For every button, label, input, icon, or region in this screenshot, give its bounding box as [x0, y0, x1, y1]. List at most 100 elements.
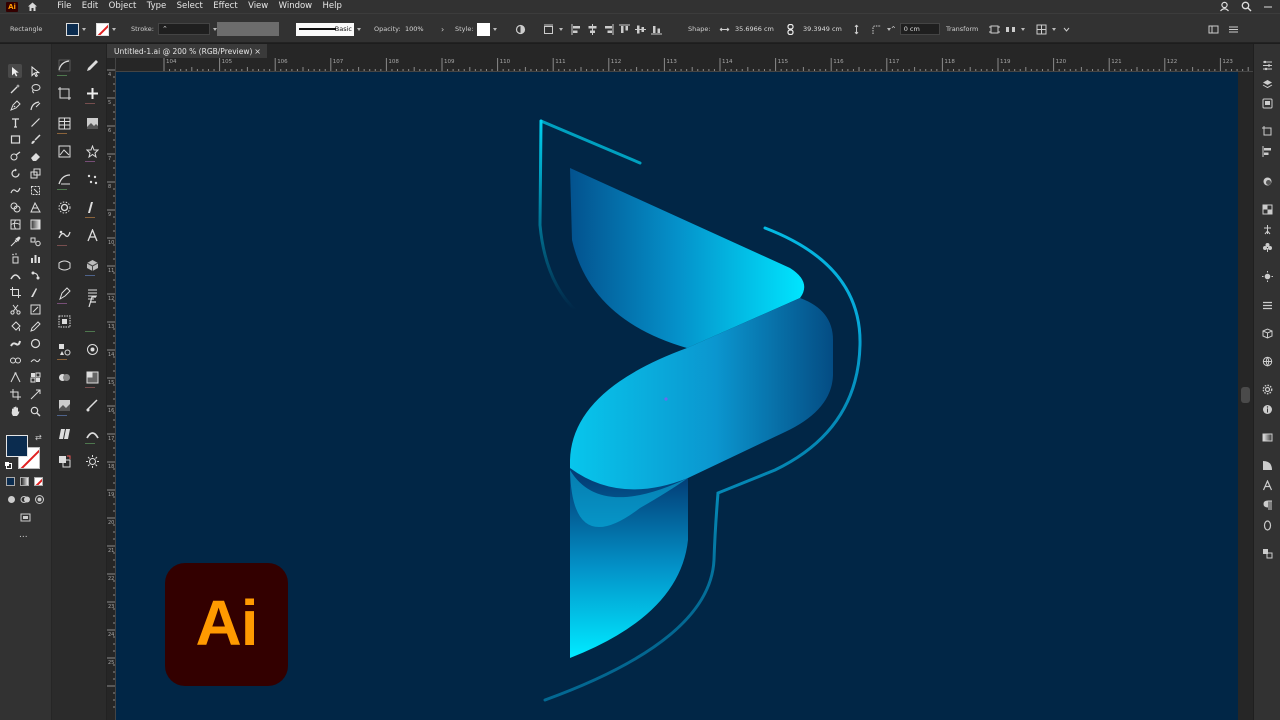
vertical-ruler[interactable]: 4 5 6 7 8 9 10 11 12 13 14 15 16 17 18 19 20 21 22 23 24 25: [107, 58, 116, 720]
align-to-icon[interactable]: [542, 23, 554, 35]
menu-effect[interactable]: Effect: [208, 0, 243, 13]
scrollbar-thumb[interactable]: [1241, 387, 1250, 403]
properties-icon[interactable]: [1260, 58, 1274, 72]
selection-tool-icon[interactable]: [8, 64, 22, 78]
color-guide-icon[interactable]: [1260, 202, 1274, 216]
menu-select[interactable]: Select: [171, 0, 208, 13]
edit-toolbar-button[interactable]: ...: [19, 530, 28, 540]
curvature-panel-icon[interactable]: [55, 56, 73, 74]
live-paint-tool-icon[interactable]: [28, 370, 42, 384]
magic-wand-tool-icon[interactable]: [8, 81, 22, 95]
blob-brush-tool-icon[interactable]: [8, 336, 22, 350]
transparency-icon[interactable]: [83, 368, 101, 386]
character-panel-icon[interactable]: [83, 226, 101, 244]
transform-link[interactable]: Transform: [946, 14, 978, 44]
color-mode-icon[interactable]: [6, 477, 15, 486]
libraries-icon[interactable]: [1260, 96, 1274, 110]
symbols-library-icon[interactable]: [55, 340, 73, 358]
info-icon[interactable]: [1260, 402, 1274, 416]
type-tool-icon[interactable]: [8, 115, 22, 129]
artboard-canvas[interactable]: Ai: [116, 72, 1238, 720]
pathfinder-icon[interactable]: [55, 368, 73, 386]
image-trace-icon[interactable]: [55, 142, 73, 160]
envelope-distort-icon[interactable]: [55, 256, 73, 274]
paint-bucket-tool-icon[interactable]: [8, 319, 22, 333]
free-transform-tool-icon[interactable]: [28, 183, 42, 197]
symbol-sprayer-tool-icon[interactable]: [8, 251, 22, 265]
none-mode-icon[interactable]: [34, 477, 43, 486]
control-menu-icon[interactable]: [1227, 23, 1239, 35]
gradient-panel-icon[interactable]: [83, 396, 101, 414]
hand-tool-icon[interactable]: [8, 404, 22, 418]
shape-height-field[interactable]: 39.3949 cm: [800, 23, 848, 35]
menu-view[interactable]: View: [243, 0, 274, 13]
opentype-icon[interactable]: [1260, 518, 1274, 532]
pen-tool-icon[interactable]: [8, 98, 22, 112]
home-icon[interactable]: [26, 1, 38, 13]
3d-panel-icon[interactable]: [83, 256, 101, 274]
align-middle-icon[interactable]: [634, 23, 646, 35]
image-panel-icon[interactable]: [83, 114, 101, 132]
perspective-grid-tool-icon[interactable]: [28, 200, 42, 214]
stroke-weight-field[interactable]: ⌃: [158, 23, 210, 35]
horizontal-ruler[interactable]: 104 105 106 107 108 109 110 111 112 113 114 115 116 1…: [116, 58, 1253, 72]
eraser-tool-icon[interactable]: [28, 149, 42, 163]
chevron-down-icon[interactable]: [1060, 23, 1072, 35]
screen-mode-icon[interactable]: [18, 510, 32, 524]
chevron-right-icon[interactable]: ›: [441, 25, 444, 34]
distribute-icon[interactable]: [1004, 23, 1016, 35]
style-swatch[interactable]: [477, 22, 490, 36]
settings-gear-icon[interactable]: [1260, 382, 1274, 396]
brush-panel-icon[interactable]: [55, 170, 73, 188]
close-icon[interactable]: ×: [254, 47, 261, 56]
align-center-icon[interactable]: [586, 23, 598, 35]
3d-materials-icon[interactable]: [1260, 326, 1274, 340]
warp-tool-icon[interactable]: [8, 183, 22, 197]
line-segment-tool-icon[interactable]: [28, 115, 42, 129]
rectangle-tool-icon[interactable]: [8, 132, 22, 146]
glyph-panel-icon[interactable]: [83, 292, 101, 310]
warp-panel-icon[interactable]: [55, 226, 73, 244]
minimize-icon[interactable]: [1262, 1, 1274, 13]
stroke-swatch[interactable]: [96, 22, 109, 36]
draw-behind-icon[interactable]: [18, 492, 32, 506]
paintbrush-tool-icon[interactable]: [28, 132, 42, 146]
isolate-icon[interactable]: [988, 23, 1000, 35]
globe-icon[interactable]: [1260, 354, 1274, 368]
slice-tool-icon[interactable]: [28, 285, 42, 299]
chevron-down-icon[interactable]: [112, 27, 116, 31]
ellipse-tool-icon[interactable]: [28, 336, 42, 350]
eyedropper-tool-icon[interactable]: [8, 234, 22, 248]
transparency-panel-icon[interactable]: [1260, 458, 1274, 472]
search-icon[interactable]: [1240, 1, 1252, 13]
chevron-down-icon[interactable]: [493, 27, 497, 31]
menu-help[interactable]: Help: [317, 0, 347, 13]
corner-radius-field[interactable]: 0 cm: [899, 23, 940, 35]
club-symbol-icon[interactable]: [1260, 240, 1274, 254]
swap-fill-stroke-icon[interactable]: ⇄: [35, 433, 42, 442]
document-tab[interactable]: Untitled-1.ai @ 200 % (RGB/Preview) ×: [107, 44, 267, 58]
opacity-field[interactable]: 100%: [402, 23, 438, 35]
curvature-tool-icon[interactable]: [28, 98, 42, 112]
menu-edit[interactable]: Edit: [77, 0, 104, 13]
sun-effect-icon[interactable]: [83, 452, 101, 470]
pen-panel-icon[interactable]: [55, 284, 73, 302]
pencil-tool-icon[interactable]: [28, 319, 42, 333]
menu-type[interactable]: Type: [142, 0, 172, 13]
artboards-icon[interactable]: [1260, 124, 1274, 138]
vertical-scrollbar[interactable]: [1238, 72, 1253, 720]
puppet-icon[interactable]: [1260, 222, 1274, 236]
puppet-warp-tool-icon[interactable]: [28, 268, 42, 282]
chevron-down-icon[interactable]: [1052, 27, 1056, 31]
chevron-down-icon[interactable]: [559, 27, 563, 31]
stepper-icon[interactable]: ⌃: [890, 25, 897, 34]
align-bottom-icon[interactable]: [650, 23, 662, 35]
shape-builder-tool-icon[interactable]: [8, 200, 22, 214]
join-tool-icon[interactable]: [8, 353, 22, 367]
fill-swatch[interactable]: [66, 22, 79, 36]
artboard-tool-icon[interactable]: [8, 285, 22, 299]
shape-width-field[interactable]: 35.6966 cm: [732, 23, 780, 35]
arrange-docs-icon[interactable]: [1035, 23, 1047, 35]
gear-effect-icon[interactable]: [55, 198, 73, 216]
align-left-icon[interactable]: [570, 23, 582, 35]
